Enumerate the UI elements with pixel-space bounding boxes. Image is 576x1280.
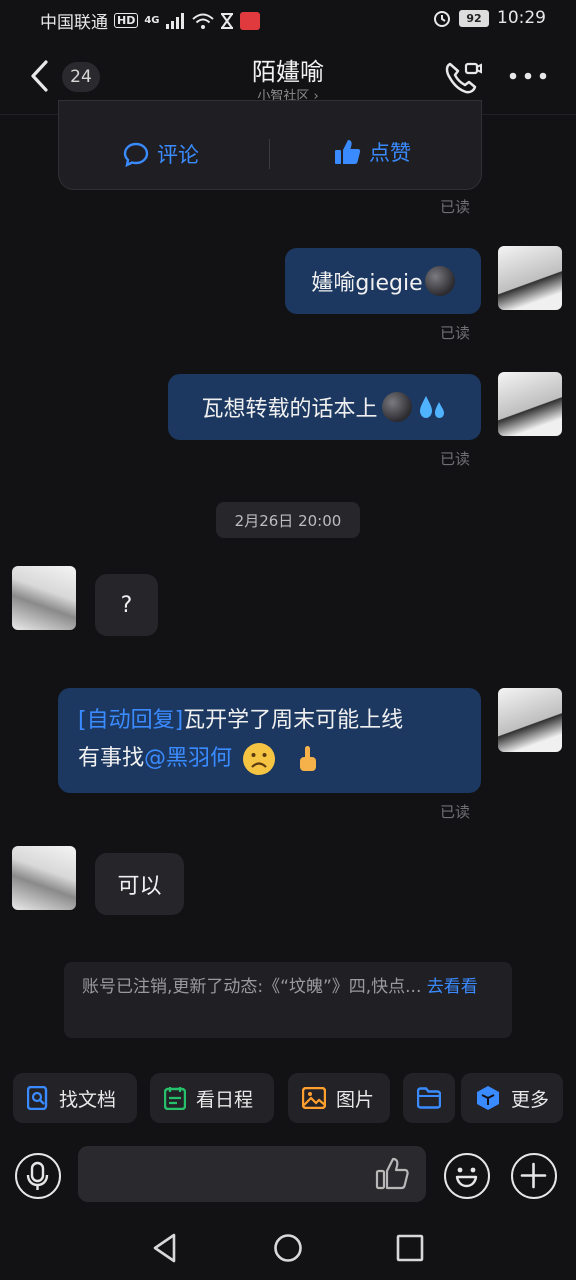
my-avatar[interactable] bbox=[498, 372, 562, 436]
like-label: 点赞 bbox=[369, 141, 411, 165]
message-bubble-out[interactable]: 瓦想转载的话本上 bbox=[168, 374, 481, 440]
system-notice: 账号已注销,更新了动态:《“坟魄”》四,快点... 去看看 bbox=[64, 962, 512, 1038]
message-text: 瓦开学了周末可能上线 bbox=[183, 708, 404, 733]
status-left: 中国联通 HD 4G bbox=[40, 8, 260, 33]
read-receipt: 已读 bbox=[440, 324, 471, 342]
quick-action-image[interactable]: 图片 bbox=[288, 1073, 390, 1123]
message-line-2: 有事找 @黑羽何 bbox=[78, 740, 461, 778]
my-avatar[interactable] bbox=[498, 688, 562, 752]
carrier-name: 中国联通 bbox=[40, 13, 108, 33]
thumbs-up-icon bbox=[335, 140, 361, 164]
message-text: 有事找 bbox=[78, 746, 145, 771]
auto-reply-tag: [自动回复] bbox=[78, 708, 184, 733]
image-icon bbox=[302, 1087, 326, 1109]
read-receipt: 已读 bbox=[440, 803, 471, 821]
microphone-icon bbox=[26, 1161, 49, 1190]
notice-text: 账号已注销,更新了动态:《“坟魄”》四,快点... bbox=[82, 977, 422, 997]
quick-action-label: 图片 bbox=[336, 1088, 375, 1111]
nav-back-icon[interactable] bbox=[150, 1232, 180, 1264]
doc-search-icon bbox=[27, 1086, 48, 1110]
wifi-icon bbox=[191, 13, 214, 29]
quick-action-more[interactable]: 更多 bbox=[461, 1073, 563, 1123]
sweat-droplets-emoji-icon bbox=[419, 396, 444, 418]
quick-action-label: 更多 bbox=[511, 1088, 550, 1111]
quick-like-icon[interactable] bbox=[374, 1156, 410, 1192]
plus-icon bbox=[520, 1162, 547, 1189]
notice-link[interactable]: 去看看 bbox=[427, 977, 478, 997]
message-line-1: [自动回复]瓦开学了周末可能上线 bbox=[78, 702, 461, 740]
quick-action-folder[interactable] bbox=[403, 1073, 455, 1123]
message-text: 嫿喻giegie bbox=[311, 271, 423, 296]
card-divider bbox=[269, 139, 270, 169]
status-right: 92 10:29 bbox=[433, 8, 546, 28]
message-bubble-in[interactable]: ? bbox=[95, 574, 158, 636]
status-bar: 中国联通 HD 4G 92 10:29 bbox=[0, 0, 576, 40]
network-type: 4G bbox=[144, 15, 160, 26]
message-text: 可以 bbox=[117, 874, 162, 899]
more-options-icon[interactable] bbox=[508, 66, 548, 86]
quick-action-label: 看日程 bbox=[196, 1088, 254, 1111]
shared-post-card: 评论 点赞 bbox=[58, 100, 482, 190]
call-icon[interactable] bbox=[442, 58, 484, 98]
moon-face-emoji-icon bbox=[424, 266, 455, 296]
like-button[interactable]: 点赞 bbox=[333, 137, 411, 167]
hd-badge: HD bbox=[114, 13, 139, 28]
comment-icon bbox=[123, 142, 149, 167]
more-apps-icon bbox=[477, 1086, 499, 1110]
message-bubble-in[interactable]: 可以 bbox=[95, 853, 184, 915]
chat-title: 陌嫿喻 bbox=[252, 58, 324, 86]
hourglass-icon bbox=[220, 12, 233, 29]
system-navigation-bar bbox=[0, 1215, 576, 1280]
mention-link[interactable]: @黑羽何 bbox=[144, 740, 232, 778]
my-avatar[interactable] bbox=[498, 246, 562, 310]
comment-label: 评论 bbox=[157, 143, 199, 167]
add-attachment-button[interactable] bbox=[511, 1153, 557, 1199]
contact-avatar[interactable] bbox=[12, 846, 76, 910]
message-bubble-out[interactable]: [自动回复]瓦开学了周末可能上线 有事找 @黑羽何 bbox=[58, 688, 481, 793]
voice-input-button[interactable] bbox=[15, 1153, 61, 1199]
quick-action-schedule[interactable]: 看日程 bbox=[150, 1073, 274, 1123]
moon-face-emoji-icon bbox=[381, 392, 412, 422]
emoji-button[interactable] bbox=[444, 1153, 490, 1199]
date-divider: 2月26日 20:00 bbox=[216, 502, 360, 538]
folder-icon bbox=[417, 1087, 441, 1109]
contact-avatar[interactable] bbox=[12, 566, 76, 630]
message-text: 瓦想转载的话本上 bbox=[201, 397, 378, 422]
app-notification-icon bbox=[239, 11, 260, 30]
message-bubble-out[interactable]: 嫿喻giegie bbox=[285, 248, 481, 314]
message-text: ? bbox=[120, 592, 133, 618]
clock: 10:29 bbox=[497, 8, 546, 28]
nav-recents-icon[interactable] bbox=[395, 1233, 425, 1263]
battery-icon: 92 bbox=[459, 9, 489, 27]
pointing-finger-emoji-icon bbox=[300, 746, 317, 771]
signal-icon bbox=[165, 12, 184, 29]
alarm-icon bbox=[434, 11, 450, 27]
frowning-face-emoji-icon bbox=[243, 743, 276, 775]
read-receipt: 已读 bbox=[440, 198, 471, 216]
read-receipt: 已读 bbox=[440, 450, 471, 468]
quick-action-find-doc[interactable]: 找文档 bbox=[13, 1073, 137, 1123]
nav-home-icon[interactable] bbox=[272, 1232, 304, 1264]
comment-button[interactable]: 评论 bbox=[123, 139, 199, 169]
smiley-icon bbox=[455, 1167, 478, 1188]
quick-action-label: 找文档 bbox=[59, 1088, 117, 1111]
calendar-icon bbox=[164, 1087, 186, 1110]
